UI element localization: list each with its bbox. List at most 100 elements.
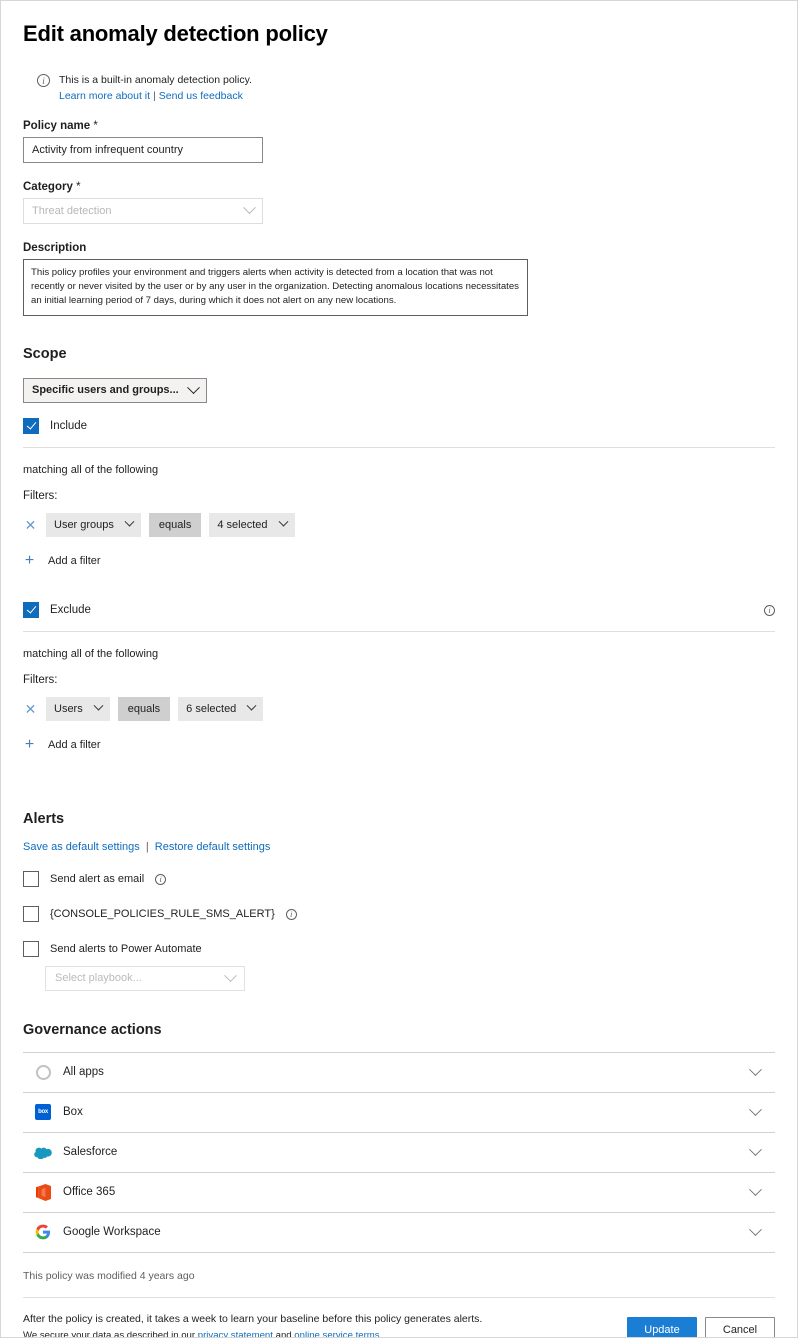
footer-buttons: Update Cancel <box>627 1317 775 1337</box>
chevron-down-icon[interactable] <box>749 1063 762 1076</box>
scope-type-dropdown[interactable]: Specific users and groups... <box>23 377 207 403</box>
exclude-filter-value: 6 selected <box>186 702 237 715</box>
scope-section-title: Scope <box>23 345 67 362</box>
category-label: Category * <box>23 181 775 193</box>
footer-bar: After the policy is created, it takes a … <box>23 1311 775 1338</box>
exclude-checkbox-row: Exclude i <box>23 601 775 618</box>
category-select[interactable]: Threat detection <box>23 197 263 224</box>
online-service-terms-link[interactable]: online service terms <box>294 1330 379 1337</box>
info-circle-icon: i <box>37 74 50 88</box>
required-marker: * <box>93 119 98 132</box>
exclude-filter-field-dropdown[interactable]: Users <box>46 696 110 721</box>
power-automate-row[interactable]: Send alerts to Power Automate <box>23 940 775 957</box>
footer-divider <box>23 1296 775 1298</box>
privacy-statement-link[interactable]: privacy statement <box>198 1330 273 1337</box>
governance-row-label: Box <box>63 1106 83 1119</box>
chevron-down-icon[interactable] <box>749 1143 762 1156</box>
exclude-info-icon[interactable]: i <box>764 604 775 616</box>
update-button[interactable]: Update <box>627 1317 697 1337</box>
exclude-divider <box>23 630 775 632</box>
description-label: Description <box>23 241 87 254</box>
send-feedback-link[interactable]: Send us feedback <box>159 90 243 102</box>
salesforce-icon <box>32 1146 54 1159</box>
required-marker-category: * <box>76 180 81 193</box>
exclude-filter-operator: equals <box>117 696 171 721</box>
exclude-filter-field-value: Users <box>54 702 83 715</box>
office365-icon <box>32 1183 54 1201</box>
exclude-add-filter-label: Add a filter <box>48 738 101 751</box>
include-filter-value: 4 selected <box>217 518 268 531</box>
governance-row-label: All apps <box>63 1066 104 1079</box>
exclude-filters-label: Filters: <box>23 673 58 686</box>
restore-default-settings-link[interactable]: Restore default settings <box>155 841 271 853</box>
governance-row-label: Salesforce <box>63 1146 118 1159</box>
exclude-filter-value-dropdown[interactable]: 6 selected <box>178 696 264 721</box>
governance-row-salesforce[interactable]: Salesforce <box>23 1131 775 1172</box>
exclude-add-filter-button[interactable]: + Add a filter <box>23 736 775 753</box>
close-icon[interactable]: ✕ <box>23 702 38 716</box>
include-label: Include <box>50 419 88 432</box>
description-textarea[interactable]: This policy profiles your environment an… <box>23 258 528 316</box>
playbook-select-placeholder: Select playbook... <box>55 972 142 985</box>
include-filters-label: Filters: <box>23 489 58 502</box>
chevron-down-icon <box>278 517 288 527</box>
footer-legal-line1: After the policy is created, it takes a … <box>23 1312 483 1325</box>
banner-links: Learn more about it | Send us feedback <box>59 90 252 102</box>
send-alert-as-email-row[interactable]: Send alert as email i <box>23 870 775 887</box>
policy-name-input[interactable] <box>23 136 263 163</box>
exclude-checkbox-group[interactable]: Exclude <box>23 601 91 618</box>
link-separator: | <box>153 89 156 102</box>
chevron-down-icon[interactable] <box>749 1223 762 1236</box>
google-workspace-icon <box>32 1224 54 1240</box>
include-filter-row: ✕ User groups equals 4 selected <box>23 512 775 537</box>
exclude-matching-text: matching all of the following <box>23 647 159 660</box>
send-alert-as-email-checkbox[interactable] <box>23 870 39 887</box>
exclude-checkbox[interactable] <box>23 601 39 618</box>
include-filter-operator-value: equals <box>158 518 192 531</box>
policy-modified-text: This policy was modified 4 years ago <box>23 1269 195 1282</box>
chevron-down-icon <box>224 969 237 982</box>
send-alert-as-email-info-icon[interactable]: i <box>155 873 167 885</box>
power-automate-checkbox[interactable] <box>23 940 39 957</box>
footer-legal-text: After the policy is created, it takes a … <box>23 1311 483 1338</box>
include-checkbox[interactable] <box>23 417 39 434</box>
box-icon: box <box>32 1104 54 1121</box>
include-filter-value-dropdown[interactable]: 4 selected <box>209 512 295 537</box>
playbook-select[interactable]: Select playbook... <box>45 965 245 991</box>
save-as-default-settings-link[interactable]: Save as default settings <box>23 841 140 853</box>
include-add-filter-label: Add a filter <box>48 554 101 567</box>
governance-row-google-workspace[interactable]: Google Workspace <box>23 1211 775 1253</box>
governance-row-office365[interactable]: Office 365 <box>23 1171 775 1212</box>
category-label-text: Category <box>23 180 73 193</box>
chevron-down-icon[interactable] <box>749 1103 762 1116</box>
governance-row-all-apps[interactable]: All apps <box>23 1051 775 1092</box>
footer-legal-prefix: We secure your data as described in our <box>23 1329 198 1338</box>
sms-alert-checkbox[interactable] <box>23 905 39 922</box>
builtin-policy-banner: i This is a built-in anomaly detection p… <box>37 73 775 102</box>
chevron-down-icon <box>93 701 104 711</box>
include-matching-text: matching all of the following <box>23 463 159 476</box>
close-icon[interactable]: ✕ <box>23 518 38 532</box>
exclude-filter-row: ✕ Users equals 6 selected <box>23 696 775 721</box>
include-filter-field-dropdown[interactable]: User groups <box>46 512 141 537</box>
sms-alert-info-icon[interactable]: i <box>285 908 297 920</box>
alerts-link-separator: | <box>145 840 149 853</box>
chevron-down-icon <box>124 517 135 527</box>
policy-name-label: Policy name * <box>23 120 775 132</box>
sms-alert-row[interactable]: {CONSOLE_POLICIES_RULE_SMS_ALERT} i <box>23 905 775 922</box>
governance-rows: All apps box Box Salesforce Office 365 G… <box>23 1051 775 1253</box>
learn-more-link[interactable]: Learn more about it <box>59 90 150 102</box>
chevron-down-icon <box>186 381 200 394</box>
include-add-filter-button[interactable]: + Add a filter <box>23 552 775 569</box>
scope-type-value: Specific users and groups... <box>32 384 179 397</box>
chevron-down-icon[interactable] <box>749 1183 762 1196</box>
alerts-section-title: Alerts <box>23 810 65 827</box>
chevron-down-icon <box>243 201 256 215</box>
include-divider <box>23 446 775 448</box>
governance-row-box[interactable]: box Box <box>23 1091 775 1132</box>
footer-legal-line2: We secure your data as described in our … <box>23 1328 482 1338</box>
cancel-button[interactable]: Cancel <box>705 1317 775 1337</box>
include-checkbox-row[interactable]: Include <box>23 417 775 434</box>
footer-legal-suffix: . <box>379 1329 383 1338</box>
sms-alert-label: {CONSOLE_POLICIES_RULE_SMS_ALERT} <box>50 907 275 920</box>
